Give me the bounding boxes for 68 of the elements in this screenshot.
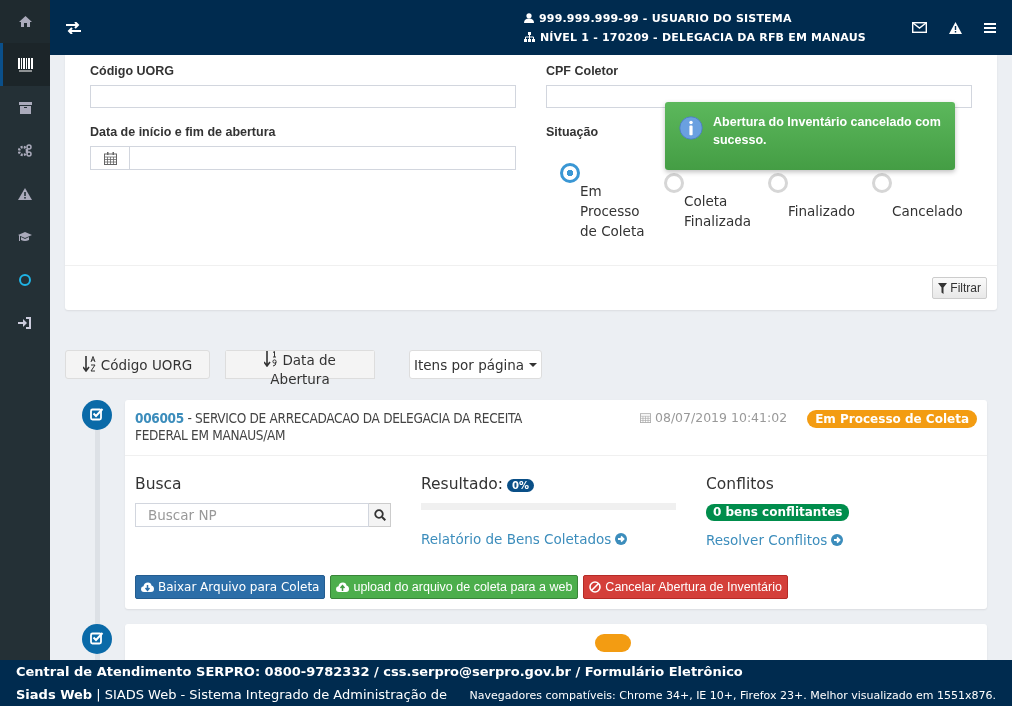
info-icon xyxy=(679,113,703,143)
text-field[interactable] xyxy=(90,85,516,108)
app-name: Siads Web xyxy=(16,687,93,702)
arrow-circle-icon xyxy=(615,533,628,545)
toast-message: Abertura do Inventário cancelado com sucesso. xyxy=(713,114,941,149)
cloud-upload-icon xyxy=(336,582,350,592)
menu-icon[interactable] xyxy=(984,22,996,33)
radio-label: Em Processo de Coleta xyxy=(579,182,646,241)
section-title: Resultado: xyxy=(421,475,503,493)
checkbox-icon xyxy=(82,400,112,430)
ban-icon xyxy=(589,581,602,593)
sitemap-icon xyxy=(523,32,535,42)
date-range-field[interactable] xyxy=(90,146,516,170)
barcode-icon xyxy=(17,57,33,72)
filter-button[interactable]: Filtrar xyxy=(932,277,987,299)
field-label: Data de início e fim de abertura xyxy=(90,125,277,139)
search-button[interactable] xyxy=(369,503,391,527)
search-field[interactable]: Buscar NP xyxy=(135,503,369,527)
field-label: CPF Coletor xyxy=(546,64,620,78)
field-label: Código UORG xyxy=(90,64,175,78)
date-text: 08/07/2019 10:41:02 xyxy=(655,410,788,425)
archive-icon xyxy=(18,101,32,114)
browser-info: Navegadores compatíveis: Chrome 34+, IE 10+, Firefox 23+. Melhor visualizado em 1551x876. xyxy=(469,689,996,702)
sort-numeric-icon xyxy=(264,351,279,367)
swap-arrows-icon[interactable] xyxy=(66,21,81,34)
code-link[interactable]: 006005 xyxy=(135,410,184,426)
contact-info: Central de Atendimento SERPRO: 0800-9782332 / css.serpro@serpro.gov.br / Formulário Eletrônico xyxy=(16,663,744,680)
section-title: Conflitos xyxy=(706,475,775,493)
cloud-download-icon xyxy=(141,582,154,592)
caret-icon xyxy=(529,362,538,367)
sidebar-item[interactable] xyxy=(0,43,50,86)
field-label: Situação xyxy=(546,125,600,139)
user-name: 999.999.999-99 - USUARIO DO SISTEMA xyxy=(538,11,792,25)
search-icon xyxy=(373,509,386,521)
percent-badge: 0% xyxy=(506,478,534,492)
gears-icon xyxy=(18,144,32,157)
resolve-conflicts-link[interactable]: Resolver Conflitos xyxy=(706,532,977,548)
arrow-circle-icon xyxy=(831,534,844,546)
sort-button[interactable]: Código UORG xyxy=(65,350,210,379)
conflicts-badge: 0 bens conflitantes xyxy=(706,504,850,521)
warning-icon[interactable] xyxy=(949,21,962,34)
circle-icon xyxy=(19,273,31,286)
calendar-icon xyxy=(103,151,117,165)
radio-label: Coleta Finalizada xyxy=(683,192,753,231)
calendar-icon xyxy=(640,412,651,423)
report-link[interactable]: Relatório de Bens Coletados xyxy=(421,531,706,547)
section-title: Busca xyxy=(135,475,183,493)
page-size-dropdown[interactable]: Itens por página xyxy=(409,350,543,379)
app-description: | SIADS Web - Sistema Integrado de Administração de xyxy=(96,687,447,702)
envelope-icon[interactable] xyxy=(912,22,927,33)
radio-button[interactable] xyxy=(560,163,580,183)
card-title: 006005 - SERVICO DE ARRECADACAO DA DELEGACIA DA RECEITA FEDERAL EM MANAUS/AM xyxy=(135,410,524,444)
home-icon xyxy=(18,16,32,27)
action-button[interactable]: Cancelar Abertura de Inventário xyxy=(583,575,788,599)
action-button[interactable]: upload do arquivo de coleta para a web xyxy=(330,575,579,599)
sidebar-item[interactable] xyxy=(0,0,50,43)
user-icon xyxy=(523,13,534,23)
sign-in-icon xyxy=(18,316,32,329)
radio-label: Finalizado xyxy=(787,202,857,221)
action-button[interactable]: Baixar Arquivo para Coleta xyxy=(135,575,326,599)
sort-alpha-icon xyxy=(82,356,97,372)
radio-label: Cancelado xyxy=(891,202,962,221)
unit-name: NÍVEL 1 - 170209 - DELEGACIA DA RFB EM MANAUS xyxy=(539,30,866,44)
checkbox-icon xyxy=(82,624,112,654)
graduation-cap-icon xyxy=(18,231,32,242)
warning-icon xyxy=(18,187,32,200)
status-badge: Em Processo de Coleta xyxy=(807,410,977,428)
filter-icon xyxy=(938,282,948,294)
